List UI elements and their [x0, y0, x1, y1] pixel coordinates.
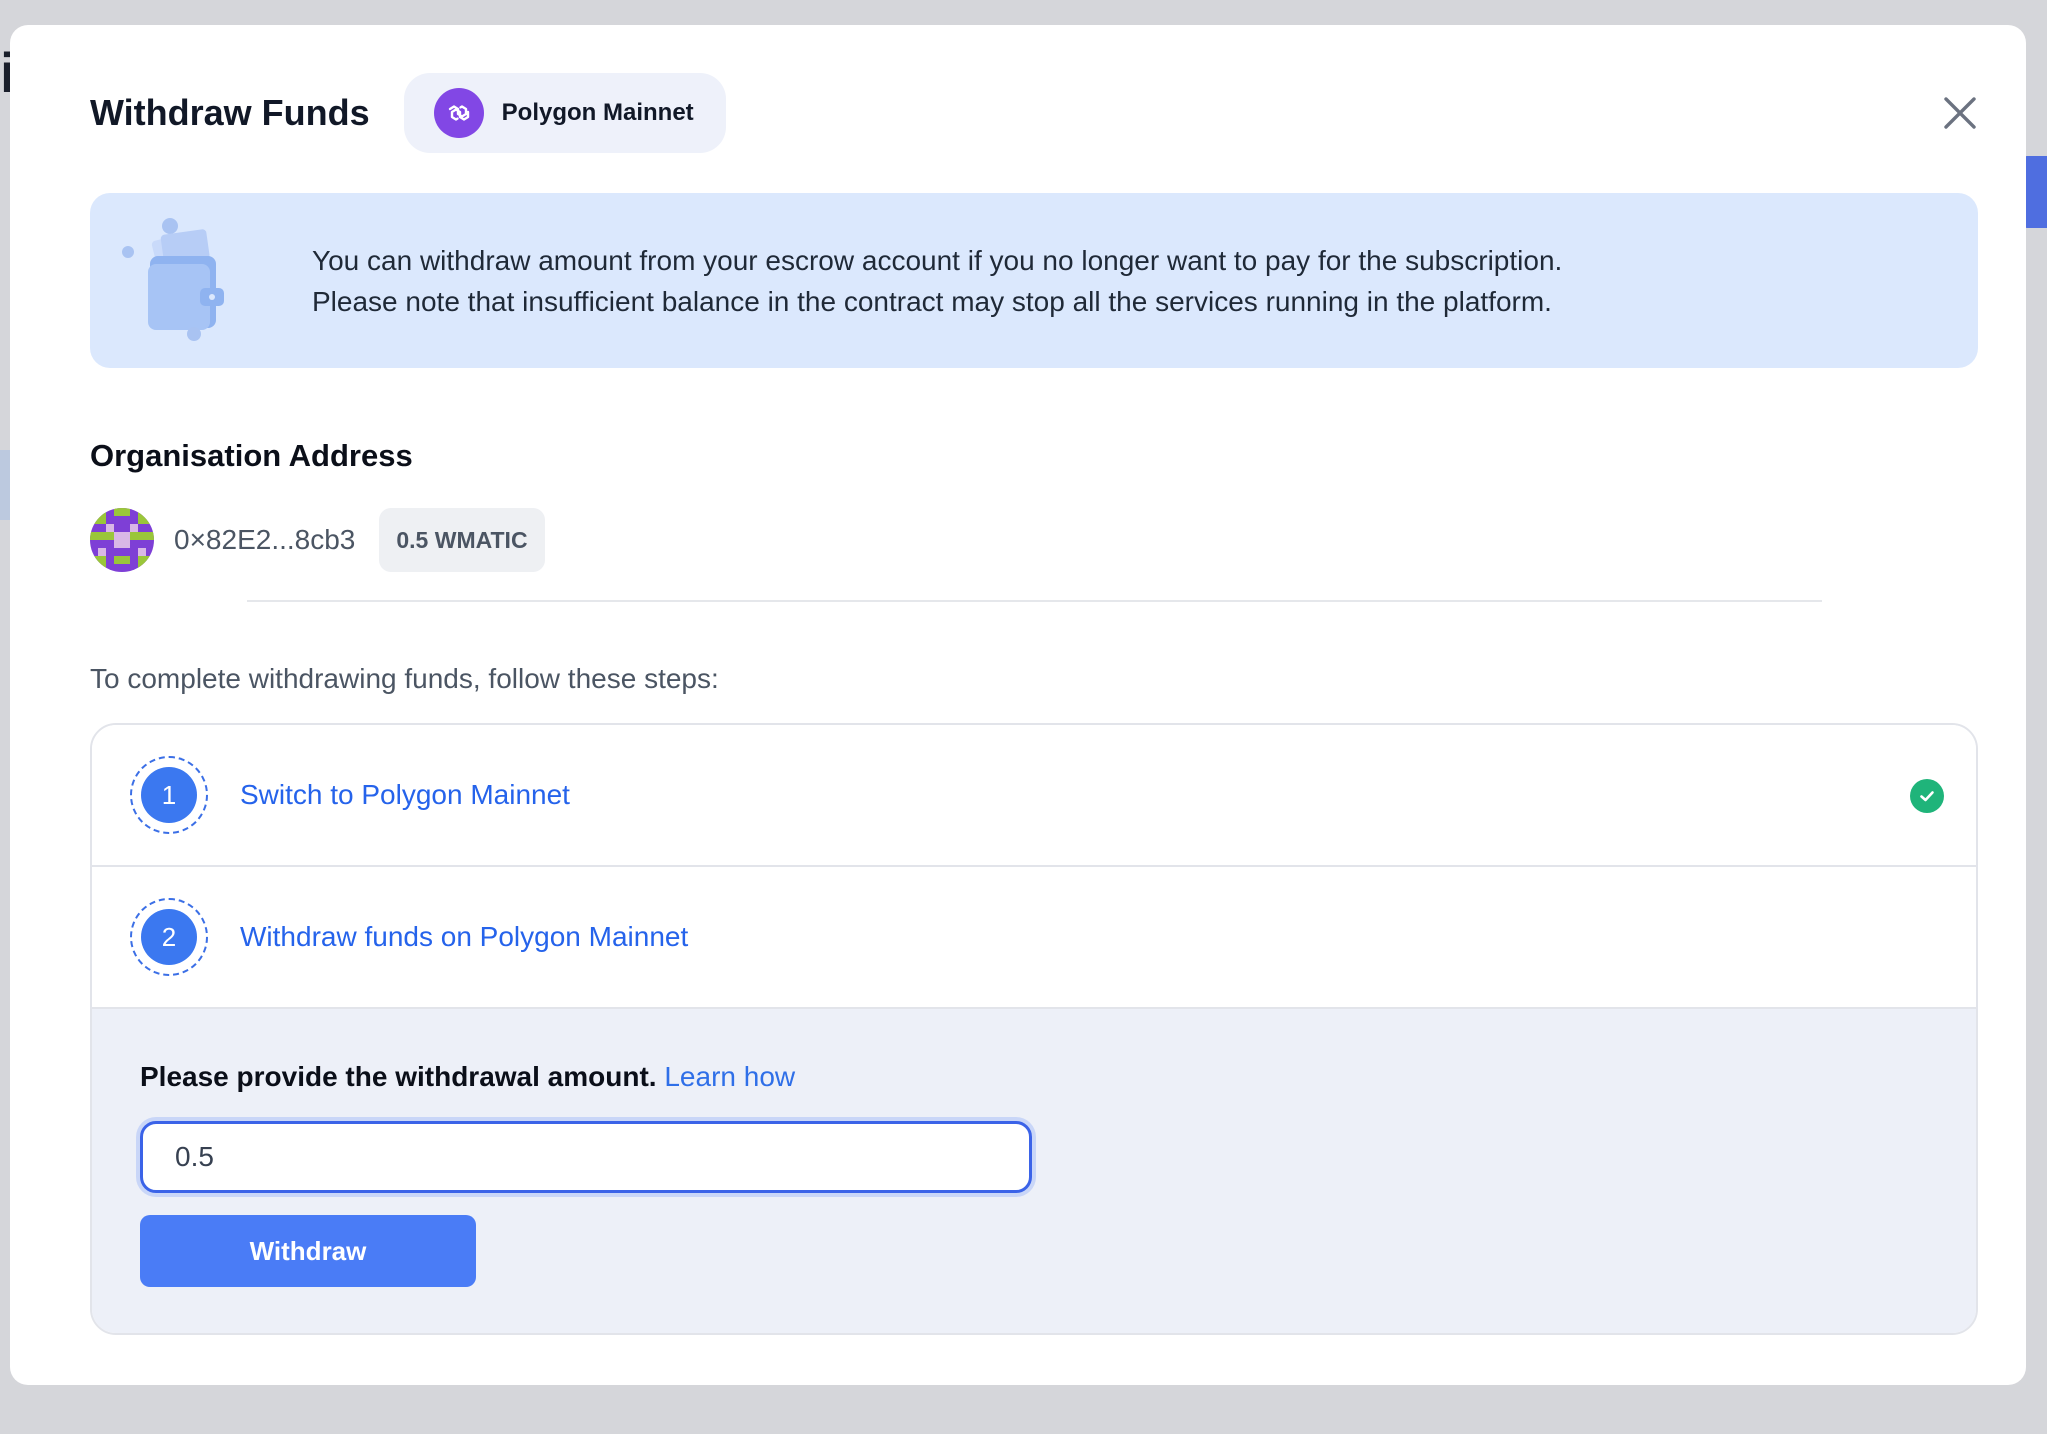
background-scroll-accent	[2025, 156, 2047, 228]
withdraw-funds-modal: Withdraw Funds Polygon Mainnet You can w…	[10, 25, 2026, 1385]
background-strip	[0, 450, 10, 520]
step-number: 2	[141, 909, 197, 965]
amount-prompt-text: Please provide the withdrawal amount.	[140, 1061, 657, 1092]
withdraw-panel: Please provide the withdrawal amount. Le…	[92, 1009, 1976, 1333]
step-label[interactable]: Withdraw funds on Polygon Mainnet	[240, 921, 688, 953]
divider	[247, 600, 1822, 602]
organisation-address: 0×82E2...8cb3	[174, 524, 356, 555]
amount-prompt: Please provide the withdrawal amount. Le…	[140, 1061, 795, 1093]
modal-title: Withdraw Funds	[90, 92, 370, 133]
info-banner: You can withdraw amount from your escrow…	[90, 193, 1978, 368]
balance-badge: 0.5 WMATIC	[379, 508, 545, 572]
network-chip: Polygon Mainnet	[403, 73, 726, 153]
check-circle-icon	[1910, 779, 1944, 813]
withdrawal-amount-input[interactable]	[140, 1121, 1032, 1193]
organisation-address-heading: Organisation Address	[90, 438, 413, 473]
close-button[interactable]	[1934, 87, 1986, 139]
learn-how-link[interactable]: Learn how	[664, 1061, 795, 1092]
organisation-address-row: 0×82E2...8cb3 0.5 WMATIC	[90, 505, 545, 575]
info-line-2: Please note that insufficient balance in…	[312, 285, 1552, 317]
wallet-illustration	[114, 216, 244, 346]
steps-card: 1 Switch to Polygon Mainnet 2 Withdraw f…	[90, 723, 1978, 1335]
step-number-ring: 1	[130, 756, 208, 834]
step-switch-network[interactable]: 1 Switch to Polygon Mainnet	[92, 725, 1976, 867]
avatar	[90, 508, 154, 572]
polygon-logo-icon	[433, 88, 484, 138]
withdraw-button[interactable]: Withdraw	[140, 1215, 476, 1287]
step-label[interactable]: Switch to Polygon Mainnet	[240, 779, 570, 811]
step-number: 1	[141, 767, 197, 823]
info-text: You can withdraw amount from your escrow…	[312, 240, 1562, 322]
network-label: Polygon Mainnet	[501, 99, 694, 126]
step-withdraw-funds[interactable]: 2 Withdraw funds on Polygon Mainnet	[92, 867, 1976, 1009]
steps-intro: To complete withdrawing funds, follow th…	[90, 663, 719, 694]
step-number-ring: 2	[130, 898, 208, 976]
close-icon	[1944, 97, 1976, 129]
modal-header: Withdraw Funds Polygon Mainnet	[90, 73, 1986, 153]
info-line-1: You can withdraw amount from your escrow…	[312, 244, 1563, 276]
